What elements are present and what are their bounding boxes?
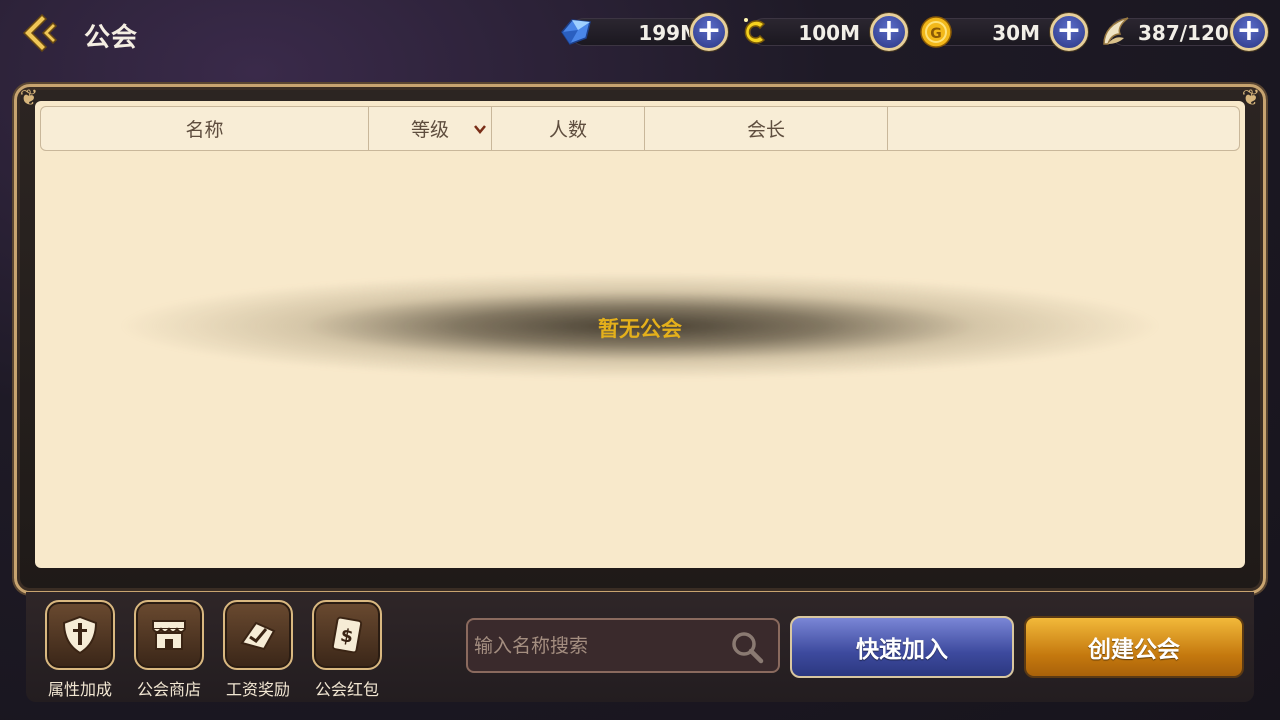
quick-join-button[interactable]: 快速加入 (790, 616, 1014, 678)
resource-coupon: 100M + (738, 12, 910, 52)
add-stamina-button[interactable]: + (1230, 13, 1268, 51)
feature-guild-shop[interactable]: 公会商店 (131, 600, 207, 700)
feature-salary-reward[interactable]: 工资奖励 (220, 600, 296, 700)
guild-search-input[interactable] (474, 630, 724, 662)
add-gold-button[interactable]: + (1050, 13, 1088, 51)
resource-value: 100M (798, 21, 860, 45)
diamond-icon (558, 14, 594, 50)
guild-search-box (466, 618, 780, 673)
add-coupon-button[interactable]: + (870, 13, 908, 51)
feature-icon-box: $ (312, 600, 382, 670)
resource-diamond: 199M + (558, 12, 730, 52)
table-header: 名称 等级 人数 会长 (40, 106, 1240, 151)
feature-icon-box (134, 600, 204, 670)
column-header-level[interactable]: 等级 (369, 107, 492, 150)
top-bar: 公会 199M + 100M + G 30M + 387/120 + (0, 0, 1280, 66)
back-arrow-icon (22, 13, 58, 53)
gold-coin-icon: G (918, 14, 954, 50)
column-header-leader[interactable]: 会长 (645, 107, 888, 150)
wing-icon (1098, 14, 1134, 50)
resource-stamina: 387/120 + (1098, 12, 1270, 52)
shield-sword-icon (62, 615, 98, 655)
column-header-extra (888, 107, 1239, 150)
feature-label: 工资奖励 (225, 680, 290, 699)
search-icon[interactable] (730, 630, 764, 664)
feature-label: 属性加成 (47, 680, 112, 699)
c-coin-icon (738, 14, 774, 50)
column-header-label: 等级 (410, 119, 449, 141)
create-guild-button[interactable]: 创建公会 (1024, 616, 1244, 678)
resource-value: 30M (992, 21, 1040, 45)
feature-guild-red-envelope[interactable]: $ 公会红包 (309, 600, 385, 700)
page-title: 公会 (84, 23, 139, 53)
red-envelope-icon: $ (331, 616, 363, 654)
feature-label: 公会红包 (314, 680, 379, 699)
column-header-name[interactable]: 名称 (41, 107, 369, 150)
salary-icon (240, 621, 276, 651)
resource-gold: G 30M + (918, 12, 1090, 52)
shop-icon (152, 620, 186, 650)
svg-text:G: G (930, 26, 942, 42)
column-header-members[interactable]: 人数 (492, 107, 645, 150)
feature-icon-box (223, 600, 293, 670)
sort-chevron-down-icon[interactable] (473, 122, 487, 136)
add-diamond-button[interactable]: + (690, 13, 728, 51)
empty-state-text: 暂无公会 (598, 317, 682, 341)
feature-label: 公会商店 (136, 680, 201, 699)
resource-value: 387/120 (1138, 21, 1229, 45)
feature-icon-box (45, 600, 115, 670)
back-button[interactable] (20, 12, 64, 54)
resource-value: 199M (638, 21, 700, 45)
feature-attribute-bonus[interactable]: 属性加成 (42, 600, 118, 700)
